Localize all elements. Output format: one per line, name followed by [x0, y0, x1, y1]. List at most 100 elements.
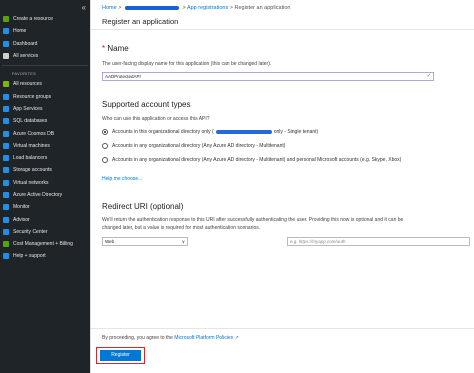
sidebar-item[interactable]: Dashboard — [0, 38, 90, 50]
option-label: Accounts in any organizational directory… — [112, 143, 286, 149]
sidebar-item-label: Azure Cosmos DB — [13, 130, 55, 137]
breadcrumb-separator: > — [229, 5, 233, 11]
name-field-value: AADProtectedAPI — [105, 74, 141, 79]
advisor-icon — [3, 216, 9, 223]
chevron-down-icon: ∨ — [181, 239, 185, 244]
sidebar-item[interactable]: Help + support — [0, 250, 90, 262]
breadcrumb-app-registrations-link[interactable]: App registrations — [187, 5, 228, 11]
sidebar-item-label: Resource groups — [13, 93, 52, 100]
account-type-option-multitenant[interactable]: Accounts in any organizational directory… — [102, 143, 285, 149]
favorites-label: FAVORITES — [12, 71, 36, 77]
storage-icon — [3, 167, 9, 174]
plus-icon — [3, 16, 9, 23]
sidebar-item[interactable]: All resources — [0, 78, 90, 90]
sidebar-item[interactable]: All services — [0, 50, 90, 62]
sidebar-item[interactable]: Resource groups — [0, 90, 90, 102]
sidebar-item-label: App Services — [13, 105, 43, 112]
platform-select-value: Web — [105, 239, 115, 244]
external-link-icon: ↗ — [234, 335, 239, 341]
breadcrumb-separator: > — [118, 5, 122, 11]
register-button[interactable]: Register — [100, 350, 141, 361]
sidebar-item-label: Security Center — [13, 228, 48, 235]
sidebar-item[interactable]: Azure Cosmos DB — [0, 127, 90, 139]
sidebar-item-label: Virtual machines — [13, 142, 50, 149]
required-mark: * — [102, 44, 106, 53]
platform-select[interactable]: Web ∨ — [102, 237, 188, 246]
divider — [91, 29, 474, 30]
monitor-icon — [3, 142, 9, 149]
sidebar-item-label: All services — [13, 53, 39, 60]
home-icon — [3, 28, 9, 35]
radio-selected[interactable] — [102, 129, 108, 135]
sidebar-item[interactable]: Storage accounts — [0, 164, 90, 176]
breadcrumb-home-link[interactable]: Home — [102, 5, 117, 11]
sidebar-item[interactable]: Create a resource — [0, 13, 90, 25]
planet-icon — [3, 130, 9, 137]
network-icon — [3, 179, 9, 186]
page-title: Register an application — [102, 17, 179, 26]
account-type-option-single-tenant[interactable]: Accounts in this organizational director… — [102, 129, 318, 135]
main-panel: Home > > App registrations > Register an… — [90, 0, 474, 373]
radio-unselected[interactable] — [102, 143, 108, 149]
sidebar-item-label: Help + support — [13, 253, 46, 260]
sidebar-item[interactable]: Virtual machines — [0, 140, 90, 152]
sidebar-item[interactable]: App Services — [0, 103, 90, 115]
dashboard-icon — [3, 40, 9, 47]
collapse-sidebar-icon[interactable]: « — [82, 3, 86, 12]
list-icon — [3, 53, 9, 60]
divider — [91, 328, 474, 329]
name-heading-text: Name — [107, 44, 129, 53]
sidebar-item[interactable]: Monitor — [0, 201, 90, 213]
sidebar-item-label: Cost Management + Billing — [13, 241, 73, 248]
help-me-choose-link[interactable]: Help me choose... — [102, 176, 142, 182]
sidebar-nav: Create a resource Home Dashboard All servic… — [0, 13, 90, 263]
valid-check-icon: ✓ — [426, 73, 431, 79]
sidebar-item[interactable]: Cost Management + Billing — [0, 238, 90, 250]
sidebar-item[interactable]: Advisor — [0, 213, 90, 225]
triangle-icon — [3, 192, 9, 198]
account-types-heading: Supported account types — [102, 100, 191, 109]
sidebar-item[interactable]: Load balancers — [0, 152, 90, 164]
name-field[interactable]: AADProtectedAPI ✓ — [102, 72, 434, 81]
policy-notice: By proceeding, you agree to the Microsof… — [102, 335, 239, 341]
sidebar-item-label: Monitor — [13, 204, 30, 211]
sidebar-item[interactable]: SQL databases — [0, 115, 90, 127]
redirect-uri-heading: Redirect URI (optional) — [102, 202, 184, 211]
redirect-description-line1: We'll return the authentication response… — [102, 217, 404, 223]
redaction-mark — [124, 5, 179, 10]
app-window: « Create a resource Home Dashboard All serv… — [0, 0, 474, 373]
name-heading: * Name — [102, 44, 129, 53]
platform-policies-link[interactable]: Microsoft Platform Policies — [174, 335, 233, 341]
diamond-icon — [3, 155, 9, 162]
sidebar-item[interactable]: Home — [0, 25, 90, 37]
breadcrumb-separator: > — [182, 5, 186, 11]
sidebar: « Create a resource Home Dashboard All serv… — [0, 0, 90, 373]
sidebar-item-label: Load balancers — [13, 155, 48, 162]
sidebar-item-label: Home — [13, 28, 27, 35]
gauge-icon — [3, 204, 9, 211]
option-label-suffix: only - Single tenant) — [273, 129, 319, 135]
redaction-mark — [215, 130, 272, 134]
divider — [2, 65, 88, 67]
sidebar-item[interactable]: Security Center — [0, 226, 90, 238]
account-types-question: Who can use this application or access t… — [102, 116, 210, 122]
sidebar-item-label: Azure Active Directory — [13, 192, 63, 198]
sidebar-item[interactable]: Azure Active Directory — [0, 189, 90, 201]
sidebar-item-label: Create a resource — [13, 16, 54, 23]
billing-icon — [3, 241, 9, 248]
breadcrumb: Home > > App registrations > Register an… — [102, 5, 290, 11]
sidebar-item-label: Advisor — [13, 216, 30, 223]
help-icon — [3, 253, 9, 260]
redirect-description-line2: changed later, but a value is required f… — [102, 225, 261, 231]
redirect-uri-input[interactable]: e.g. https://myapp.com/auth — [287, 237, 470, 246]
sidebar-item[interactable]: Virtual networks — [0, 177, 90, 189]
sidebar-item-label: Virtual networks — [13, 179, 49, 186]
globe-icon — [3, 105, 9, 112]
account-type-option-multitenant-personal[interactable]: Accounts in any organizational directory… — [102, 157, 401, 163]
name-description: The user-facing display name for this ap… — [102, 61, 272, 67]
shield-icon — [3, 228, 9, 235]
policy-prefix: By proceeding, you agree to the — [102, 335, 175, 341]
sidebar-item-label: Dashboard — [13, 40, 38, 47]
sidebar-item-label: Storage accounts — [13, 167, 52, 174]
radio-unselected[interactable] — [102, 157, 108, 163]
